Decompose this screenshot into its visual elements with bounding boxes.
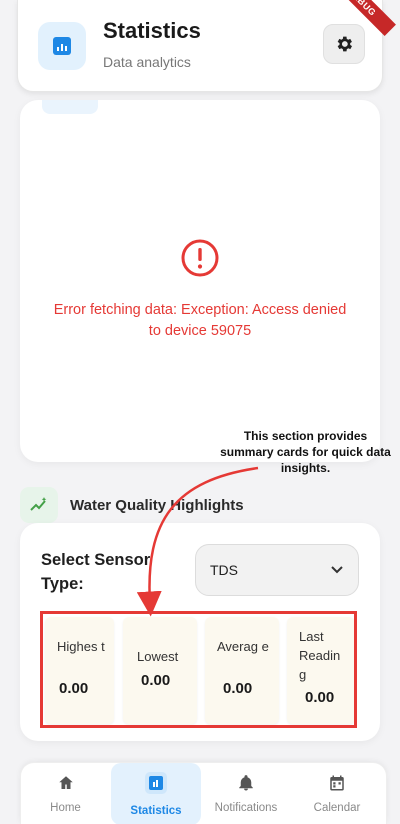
- calendar-icon: [330, 775, 344, 791]
- nav-notifications[interactable]: Notifications: [206, 763, 286, 824]
- nav-statistics[interactable]: Statistics: [111, 763, 201, 824]
- nav-statistics-label: Statistics: [130, 805, 182, 817]
- nav-calendar[interactable]: Calendar: [301, 763, 373, 824]
- bell-icon: [239, 775, 253, 791]
- home-icon: [58, 776, 73, 789]
- nav-home[interactable]: Home: [33, 763, 98, 824]
- bottom-nav: Home Statistics Notifications Calendar: [20, 762, 387, 824]
- nav-home-label: Home: [50, 802, 81, 814]
- nav-calendar-label: Calendar: [313, 802, 361, 814]
- annotation-arrow: [136, 466, 259, 617]
- statistics-icon: [145, 772, 167, 794]
- nav-notifications-label: Notifications: [214, 802, 278, 814]
